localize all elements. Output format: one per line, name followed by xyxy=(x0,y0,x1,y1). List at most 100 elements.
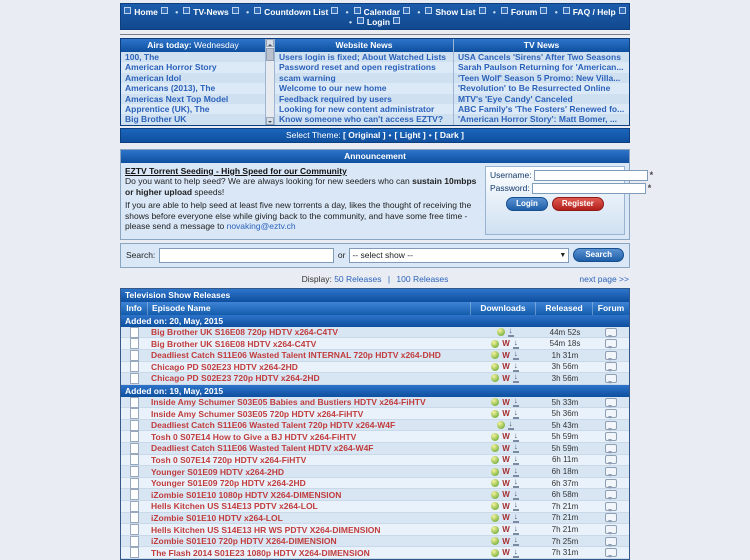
show-link[interactable]: Americas Next Top Model xyxy=(121,94,265,104)
nav-item[interactable]: Countdown List xyxy=(244,7,341,17)
show-link[interactable]: 100, The xyxy=(121,52,265,62)
magnet-icon[interactable] xyxy=(491,549,499,557)
magnet-icon[interactable] xyxy=(491,468,499,476)
forum-comment-icon[interactable] xyxy=(605,502,617,511)
magnet-icon[interactable] xyxy=(491,340,499,348)
magnet-icon[interactable] xyxy=(491,398,499,406)
forum-comment-icon[interactable] xyxy=(605,374,617,383)
show-link[interactable]: Americans (2013), The xyxy=(121,83,265,93)
mirror-icon[interactable] xyxy=(502,409,510,418)
nav-item[interactable]: TV-News xyxy=(173,7,241,17)
search-button[interactable]: Search xyxy=(573,248,624,262)
mirror-icon[interactable] xyxy=(502,467,510,476)
download-icon[interactable] xyxy=(513,432,519,442)
mirror-icon[interactable] xyxy=(502,525,510,534)
info-page-icon[interactable] xyxy=(130,443,139,454)
email-link[interactable]: novaking@eztv.ch xyxy=(227,221,296,231)
tv-news-link[interactable]: Sarah Paulson Returning for 'American... xyxy=(454,62,629,72)
download-icon[interactable] xyxy=(513,536,519,546)
username-field[interactable] xyxy=(534,170,648,181)
mirror-icon[interactable] xyxy=(502,455,510,464)
forum-comment-icon[interactable] xyxy=(605,432,617,441)
news-link[interactable]: scam warning xyxy=(275,73,453,83)
magnet-icon[interactable] xyxy=(491,537,499,545)
news-link[interactable]: Know someone who can't access EZTV? xyxy=(275,114,453,124)
forum-comment-icon[interactable] xyxy=(605,525,617,534)
info-page-icon[interactable] xyxy=(130,547,139,558)
episode-link[interactable]: Chicago PD S02E23 HDTV x264-2HD xyxy=(151,362,298,372)
magnet-icon[interactable] xyxy=(491,479,499,487)
episode-link[interactable]: iZombie S01E10 HDTV x264-LOL xyxy=(151,513,283,523)
show-select[interactable]: -- select show -- ▼ xyxy=(349,248,569,263)
download-icon[interactable] xyxy=(513,478,519,488)
download-icon[interactable] xyxy=(513,490,519,500)
magnet-icon[interactable] xyxy=(491,491,499,499)
episode-link[interactable]: Younger S01E09 720p HDTV x264-2HD xyxy=(151,478,306,488)
nav-item[interactable]: Forum xyxy=(491,7,550,17)
download-icon[interactable] xyxy=(513,443,519,453)
mirror-icon[interactable] xyxy=(502,502,510,511)
show-link[interactable]: Big Brother UK xyxy=(121,114,265,124)
download-icon[interactable] xyxy=(513,362,519,372)
info-page-icon[interactable] xyxy=(130,512,139,523)
magnet-icon[interactable] xyxy=(491,444,499,452)
mirror-icon[interactable] xyxy=(502,351,510,360)
forum-comment-icon[interactable] xyxy=(605,351,617,360)
scroll-thumb[interactable] xyxy=(266,48,274,61)
show-link[interactable]: American Idol xyxy=(121,73,265,83)
info-page-icon[interactable] xyxy=(130,373,139,384)
episode-link[interactable]: Inside Amy Schumer S03E05 Babies and Bus… xyxy=(151,397,426,407)
password-field[interactable] xyxy=(532,183,646,194)
forum-comment-icon[interactable] xyxy=(605,398,617,407)
info-page-icon[interactable] xyxy=(130,408,139,419)
magnet-icon[interactable] xyxy=(491,514,499,522)
display-100-link[interactable]: 100 Releases xyxy=(396,274,448,284)
info-page-icon[interactable] xyxy=(130,420,139,431)
news-link[interactable]: Password reset and open registrations xyxy=(275,62,453,72)
download-icon[interactable] xyxy=(513,467,519,477)
download-icon[interactable] xyxy=(513,455,519,465)
info-page-icon[interactable] xyxy=(130,327,139,338)
info-page-icon[interactable] xyxy=(130,338,139,349)
info-page-icon[interactable] xyxy=(130,501,139,512)
download-icon[interactable] xyxy=(513,525,519,535)
forum-comment-icon[interactable] xyxy=(605,444,617,453)
scroll-track[interactable] xyxy=(266,62,274,117)
episode-link[interactable]: Tosh 0 S07E14 How to Give a BJ HDTV x264… xyxy=(151,432,356,442)
episode-link[interactable]: Deadliest Catch S11E06 Wasted Talent INT… xyxy=(151,350,441,360)
episode-link[interactable]: Inside Amy Schumer S03E05 720p HDTV x264… xyxy=(151,409,363,419)
magnet-icon[interactable] xyxy=(491,433,499,441)
download-icon[interactable] xyxy=(513,409,519,419)
episode-link[interactable]: iZombie S01E10 720p HDTV X264-DIMENSION xyxy=(151,536,337,546)
forum-comment-icon[interactable] xyxy=(605,421,617,430)
forum-comment-icon[interactable] xyxy=(605,455,617,464)
mirror-icon[interactable] xyxy=(502,490,510,499)
magnet-icon[interactable] xyxy=(497,328,505,336)
magnet-icon[interactable] xyxy=(491,351,499,359)
download-icon[interactable] xyxy=(513,513,519,523)
download-icon[interactable] xyxy=(513,548,519,558)
download-icon[interactable] xyxy=(513,350,519,360)
news-link[interactable]: Users login is fixed; About Watched List… xyxy=(275,52,453,62)
magnet-icon[interactable] xyxy=(491,374,499,382)
forum-comment-icon[interactable] xyxy=(605,548,617,557)
magnet-icon[interactable] xyxy=(491,526,499,534)
episode-link[interactable]: iZombie S01E10 1080p HDTV X264-DIMENSION xyxy=(151,490,341,500)
news-link[interactable]: Feedback required by users xyxy=(275,94,453,104)
magnet-icon[interactable] xyxy=(491,502,499,510)
mirror-icon[interactable] xyxy=(502,339,510,348)
show-link[interactable]: Apprentice (UK), The xyxy=(121,104,265,114)
info-page-icon[interactable] xyxy=(130,489,139,500)
episode-link[interactable]: Chicago PD S02E23 720p HDTV x264-2HD xyxy=(151,373,320,383)
download-icon[interactable] xyxy=(508,327,514,337)
episode-link[interactable]: Deadliest Catch S11E06 Wasted Talent 720… xyxy=(151,420,395,430)
info-page-icon[interactable] xyxy=(130,431,139,442)
forum-comment-icon[interactable] xyxy=(605,537,617,546)
mirror-icon[interactable] xyxy=(502,537,510,546)
info-page-icon[interactable] xyxy=(130,466,139,477)
nav-item[interactable]: Show List xyxy=(415,7,488,17)
forum-comment-icon[interactable] xyxy=(605,490,617,499)
episode-link[interactable]: Deadliest Catch S11E06 Wasted Talent HDT… xyxy=(151,443,374,453)
show-link[interactable]: American Horror Story xyxy=(121,62,265,72)
info-page-icon[interactable] xyxy=(130,350,139,361)
